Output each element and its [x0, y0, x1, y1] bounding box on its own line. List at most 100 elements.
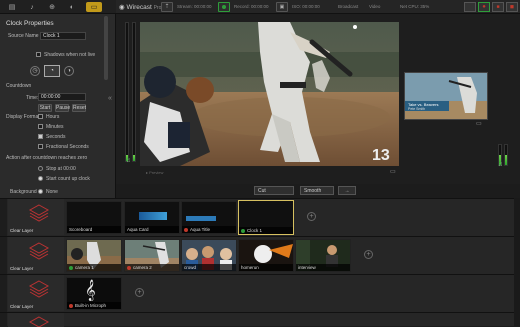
shot-label: homerun — [239, 264, 293, 271]
shot-scoreboard[interactable]: Scoreboard — [66, 201, 122, 234]
hours-checkbox[interactable] — [38, 114, 43, 121]
audio-clef-icon: 𝄞 — [85, 280, 96, 301]
app-logo: ◉ Wirecast Pro — [119, 4, 162, 11]
add-shot-button[interactable]: + — [307, 212, 316, 221]
stream-button[interactable]: ⇡ — [161, 2, 173, 12]
properties-tabbar: ▤ ♪ ⊕ ◐ ▭ — [0, 0, 116, 14]
go-button[interactable]: → — [338, 186, 356, 195]
record-indicator-icon[interactable]: ■ — [492, 2, 504, 12]
live-output-video: Take vs. Beavers Pete Smith — [404, 72, 488, 120]
status-dot — [184, 227, 188, 232]
layout-toggle-button[interactable] — [464, 2, 476, 12]
lower-third-subtitle: Pete Smith — [408, 107, 426, 111]
tab-audio[interactable]: ♪ — [24, 2, 40, 12]
shot-label: Scoreboard — [67, 226, 121, 233]
countdown-mode-icon[interactable]: ◔ — [44, 65, 60, 77]
live-vu-right — [504, 144, 508, 166]
tab-source-properties[interactable]: ▭ — [86, 2, 102, 12]
shot-camera-1[interactable]: camera 1 — [66, 239, 122, 272]
hours-label: Hours — [46, 114, 60, 120]
countup-mode-icon[interactable]: ◑ — [64, 66, 74, 76]
tab-transform[interactable]: ⊕ — [44, 2, 60, 12]
time-input[interactable]: 00:00:00 — [38, 93, 86, 101]
countup-radio-label: Start count up clock — [46, 176, 90, 182]
layer-row-1: Clear Layer Scoreboard Aqua Card Aqua Ti… — [0, 198, 520, 237]
preview-monitor-icon[interactable]: ▭ — [390, 168, 396, 175]
shot-interview[interactable]: interview — [295, 239, 351, 272]
row-4-clear-layer[interactable] — [8, 313, 64, 327]
status-dot — [127, 265, 131, 270]
preview-headphone-icon[interactable]: ♫ — [126, 158, 131, 164]
live-headphone-icon[interactable]: ♫ — [498, 162, 503, 168]
shot-aqua-card[interactable]: Aqua Card — [124, 201, 180, 234]
status-dot — [69, 303, 73, 308]
jersey-number: 13 — [372, 147, 390, 164]
shot-label: Clock 1 — [239, 227, 293, 234]
minutes-label: Minutes — [46, 124, 64, 130]
shot-aqua-title[interactable]: Aqua Title — [181, 201, 237, 234]
fractional-checkbox[interactable] — [38, 144, 43, 151]
pause-button[interactable]: Pause — [55, 104, 70, 112]
clear-layer-label: Clear Layer — [10, 228, 34, 233]
transition-select[interactable]: Cut — [254, 186, 294, 195]
fractional-label: Fractional Seconds — [46, 144, 89, 150]
row-2-grip[interactable] — [0, 237, 7, 275]
panel-title: Clock Properties — [6, 20, 54, 27]
row-2-clear-layer[interactable]: Clear Layer — [8, 237, 64, 273]
status-dot — [241, 228, 245, 233]
background-radio[interactable] — [38, 189, 43, 196]
iso-button[interactable]: ▣ — [276, 2, 288, 12]
panel-scrollbar[interactable] — [104, 16, 108, 80]
row-1-clear-layer[interactable]: Clear Layer — [8, 199, 64, 235]
row-3-clear-layer[interactable]: Clear Layer — [8, 275, 64, 311]
add-shot-button[interactable]: + — [135, 288, 144, 297]
live-button[interactable]: ● — [478, 2, 490, 12]
seconds-checkbox[interactable] — [38, 134, 43, 141]
transition-speed-select[interactable]: Smooth — [300, 186, 334, 195]
shot-label: Built-in Microph — [67, 302, 121, 309]
record-timer: Record: 00:00:00 — [234, 4, 269, 9]
clear-layer-icon — [28, 316, 50, 327]
shot-label: camera 1 — [67, 264, 121, 271]
shot-label: Aqua Card — [125, 226, 179, 233]
broadcast-status: Broadcast — [338, 4, 359, 9]
countup-radio[interactable] — [38, 176, 43, 183]
minutes-checkbox[interactable] — [38, 124, 43, 131]
tab-layers[interactable]: ▤ — [4, 2, 20, 12]
stream-timer: Stream: 00:00:00 — [177, 4, 212, 9]
layer-row-3: Clear Layer 𝄞 Built-in Microph + — [0, 274, 520, 313]
row-1-grip[interactable] — [0, 199, 7, 237]
add-shot-button[interactable]: + — [364, 250, 373, 259]
start-button[interactable]: Start — [38, 104, 52, 112]
baseball-batter-image: 13 — [140, 22, 399, 166]
stream-indicator-icon[interactable]: ◼ — [506, 2, 518, 12]
cpu-status: Net CPU: 35% — [400, 4, 430, 9]
live-output-image — [405, 73, 487, 119]
live-monitor-icon[interactable]: ▭ — [476, 120, 482, 127]
shot-crowd[interactable]: crowd — [181, 239, 237, 272]
background-value: None — [46, 189, 58, 195]
shot-homerun[interactable]: homerun — [238, 239, 294, 272]
clock-mode-icon[interactable]: ◷ — [30, 66, 40, 76]
layers-scrollbar[interactable] — [514, 198, 520, 326]
shot-label: interview — [296, 264, 350, 271]
layer-row-2: Clear Layer camera 1 camera 2 crowd home… — [0, 236, 520, 275]
reset-button[interactable]: Reset — [72, 104, 86, 112]
stop-radio[interactable] — [38, 166, 43, 173]
shadow-checkbox[interactable] — [36, 52, 41, 59]
iso-timer: ISO: 00:00:00 — [292, 4, 320, 9]
record-button[interactable] — [218, 2, 230, 12]
shot-label: Aqua Title — [182, 226, 236, 233]
shot-camera-2[interactable]: camera 2 — [124, 239, 180, 272]
source-name-input[interactable]: Clock 1 — [40, 32, 86, 40]
tab-effects[interactable]: ◐ — [64, 2, 80, 12]
row-3-grip[interactable] — [0, 275, 7, 313]
shot-label: camera 2 — [125, 264, 179, 271]
clear-layer-icon — [28, 204, 50, 222]
shot-built-in-microphone[interactable]: 𝄞 Built-in Microph — [66, 277, 122, 310]
collapse-panel-icon[interactable]: « — [108, 95, 112, 102]
top-status-bar: ◉ Wirecast Pro ⇡ Stream: 00:00:00 Record… — [116, 0, 520, 14]
shot-clock-1[interactable]: Clock 1 — [238, 200, 294, 235]
row-4-grip[interactable] — [0, 313, 7, 327]
aqua-card-graphic — [139, 212, 167, 220]
